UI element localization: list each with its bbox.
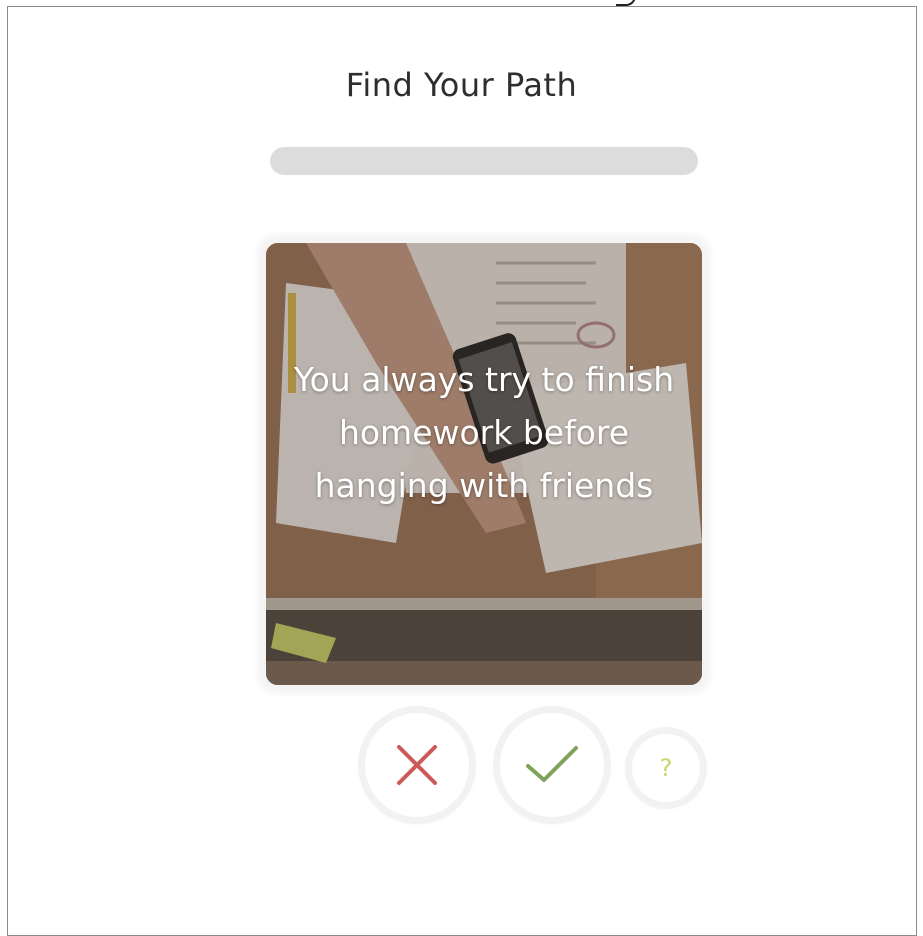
card-statement: You always try to finish homework before…	[293, 360, 675, 505]
page-title: Find Your Path	[345, 66, 578, 104]
agree-button[interactable]	[500, 713, 604, 817]
check-icon	[526, 746, 578, 782]
progress-bar	[270, 147, 698, 175]
question-mark-icon: ?	[659, 754, 673, 782]
disagree-button[interactable]	[365, 713, 469, 817]
close-icon	[397, 745, 437, 785]
unsure-button[interactable]: ?	[632, 734, 700, 802]
question-card[interactable]: You always try to finish homework before…	[266, 243, 702, 685]
